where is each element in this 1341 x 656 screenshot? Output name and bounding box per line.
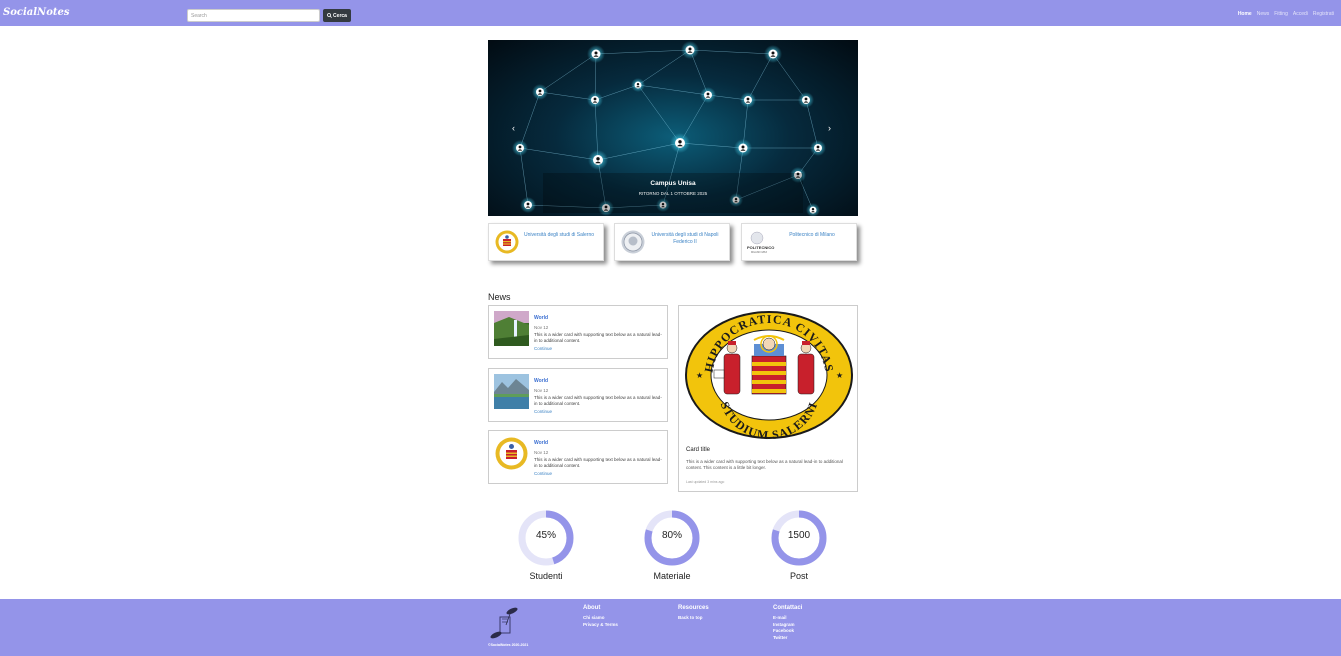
university-name: Università degli studi di Napoli Federic… <box>651 232 719 245</box>
stat-label: Studenti <box>529 571 563 581</box>
nav-fitting[interactable]: Fitting <box>1274 11 1288 17</box>
polimi-logo-text: POLITECNICO <box>747 245 774 250</box>
stat-label: Materiale <box>653 571 691 581</box>
footer-about-title: About <box>583 605 601 611</box>
carousel-next-icon[interactable]: › <box>828 123 831 133</box>
nav-register[interactable]: Registrati <box>1313 11 1334 17</box>
nav-links: Home News Fitting Accedi Registrati <box>1238 11 1334 17</box>
stat-value: 1500 <box>787 530 811 541</box>
carousel-title: Campus Unisa <box>650 180 696 187</box>
svg-text:★: ★ <box>836 371 843 380</box>
news-card: World Nov 12 This is a wider card with s… <box>488 305 668 359</box>
brand-logo[interactable]: SocialNotes <box>3 7 69 18</box>
polimi-logo-subtext: MILANO 1863 <box>751 251 767 254</box>
news-heading: News <box>488 292 511 302</box>
carousel-subtitle: RITORNO DAL 1 OTTOBRE 2025 <box>638 191 708 196</box>
news-text: This is a wider card with supporting tex… <box>534 395 662 406</box>
news-category[interactable]: World <box>534 378 548 384</box>
footer-contact: Contattaci E-mail Instagram Facebook Twi… <box>773 605 802 641</box>
university-card-napoli[interactable]: Università degli studi di Napoli Federic… <box>614 223 730 261</box>
footer-link-back-to-top[interactable]: Back to top <box>678 615 709 622</box>
news-continue-link[interactable]: Continue <box>534 346 552 351</box>
news-date: Nov 12 <box>534 450 549 455</box>
footer-logo-icon <box>490 607 518 639</box>
nav-login[interactable]: Accedi <box>1293 11 1308 17</box>
stat-post: 1500 Post <box>771 510 827 581</box>
footer-copyright: ©SocialNotes 2020-2021 <box>488 643 529 647</box>
news-date: Nov 12 <box>534 325 549 330</box>
news-category[interactable]: World <box>534 440 548 446</box>
footer-contact-title: Contattaci <box>773 605 803 611</box>
search-input[interactable]: Search <box>187 9 320 22</box>
unisa-logo-icon <box>495 230 519 254</box>
footer: ©SocialNotes 2020-2021 About Chi siamo P… <box>0 599 1341 656</box>
university-card-salerno[interactable]: Università degli studi di Salerno <box>488 223 604 261</box>
search-button[interactable]: Cerca <box>323 9 351 22</box>
news-card: World Nov 12 This is a wider card with s… <box>488 430 668 484</box>
news-continue-link[interactable]: Continue <box>534 471 552 476</box>
footer-link-twitter[interactable]: Twitter <box>773 635 802 642</box>
footer-resources: Resources Back to top <box>678 605 709 622</box>
news-card: World Nov 12 This is a wider card with s… <box>488 368 668 422</box>
university-name: Università degli studi di Salerno <box>523 232 595 238</box>
search-button-label: Cerca <box>333 12 347 19</box>
university-card-polimi[interactable]: POLITECNICO MILANO 1863 Politecnico di M… <box>741 223 857 261</box>
news-thumbnail-waterfall <box>494 311 529 346</box>
nav-news[interactable]: News <box>1257 11 1270 17</box>
feature-card-updated: Last updated 3 mins ago <box>686 480 725 484</box>
news-text: This is a wider card with supporting tex… <box>534 457 662 468</box>
stat-studenti: 45% Studenti <box>518 510 574 581</box>
news-date: Nov 12 <box>534 388 549 393</box>
news-continue-link[interactable]: Continue <box>534 409 552 414</box>
feature-card: HIPPOCRATICA CIVITAS STUDIUM SALERNI ★ ★… <box>678 305 858 492</box>
unisa-seal-image: HIPPOCRATICA CIVITAS STUDIUM SALERNI ★ ★ <box>685 311 853 440</box>
news-thumbnail-lake <box>494 374 529 409</box>
nav-home[interactable]: Home <box>1238 11 1252 17</box>
university-name: Politecnico di Milano <box>789 232 835 238</box>
svg-text:★: ★ <box>696 371 703 380</box>
hero-carousel: Campus Unisa RITORNO DAL 1 OTTOBRE 2025 … <box>488 40 858 216</box>
feature-card-title: Card title <box>686 447 711 453</box>
stat-value: 45% <box>535 530 556 541</box>
unina-logo-icon <box>621 230 645 254</box>
navbar: SocialNotes Search Cerca Home News Fitti… <box>0 0 1341 26</box>
news-text: This is a wider card with supporting tex… <box>534 332 662 343</box>
news-thumbnail-unisa-seal <box>494 436 529 471</box>
stat-value: 80% <box>661 530 682 541</box>
carousel-prev-icon[interactable]: ‹ <box>512 123 515 133</box>
feature-card-text: This is a wider card with supporting tex… <box>686 459 843 470</box>
footer-resources-title: Resources <box>678 605 709 611</box>
footer-link-privacy[interactable]: Privacy & Terms <box>583 622 618 629</box>
footer-about: About Chi siamo Privacy & Terms <box>583 605 618 628</box>
stat-materiale: 80% Materiale <box>644 510 700 581</box>
search-icon <box>327 13 332 18</box>
news-category[interactable]: World <box>534 315 548 321</box>
stat-label: Post <box>789 571 808 581</box>
